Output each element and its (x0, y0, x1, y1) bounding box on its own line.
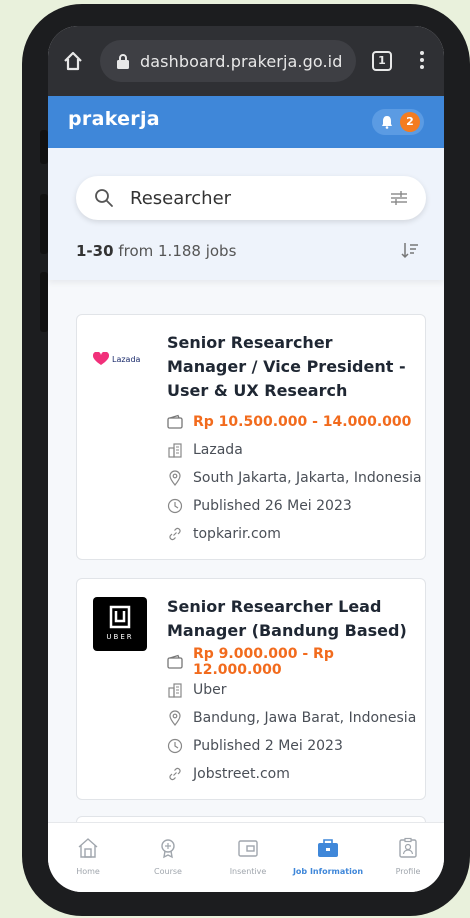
salary-text: Rp 9.000.000 - Rp 12.000.000 (193, 646, 334, 678)
phone-side-button (40, 130, 48, 164)
building-icon (168, 683, 182, 698)
wallet-icon (167, 414, 183, 429)
search-section: 1-30 from 1.188 jobs (48, 148, 444, 280)
clock-icon (167, 498, 183, 514)
app-header: prakerja 2 (48, 96, 444, 148)
nav-course-label: Course (154, 867, 182, 876)
uber-icon (109, 605, 131, 629)
job-title[interactable]: Senior Researcher Manager / Vice Preside… (167, 331, 417, 403)
job-location: Bandung, Jawa Barat, Indonesia (167, 707, 416, 729)
company-text: Lazada (193, 442, 243, 458)
location-text: Bandung, Jawa Barat, Indonesia (193, 710, 417, 726)
nav-job-information-label: Job Information (292, 867, 364, 876)
job-company: Uber (167, 679, 227, 701)
building-icon (168, 443, 182, 458)
source-text[interactable]: Jobstreet.com (193, 766, 290, 782)
nav-insentive-label: Insentive (229, 867, 267, 876)
nav-course[interactable]: Course (128, 837, 208, 876)
salary-text: Rp 10.500.000 - 14.000.000 (193, 414, 412, 430)
bell-icon (382, 116, 392, 129)
clock-icon (167, 738, 183, 754)
home-icon[interactable] (62, 50, 84, 72)
nav-insentive[interactable]: Insentive (208, 837, 288, 876)
job-salary: Rp 10.500.000 - 14.000.000 (167, 411, 411, 433)
home-icon (78, 838, 98, 858)
wallet-icon (167, 654, 183, 669)
source-text[interactable]: topkarir.com (193, 526, 281, 542)
browser-toolbar: dashboard.prakerja.go.id 1 (48, 26, 444, 96)
search-icon (95, 189, 113, 207)
lock-icon (117, 54, 129, 69)
published-text: Published 26 Mei 2023 (193, 498, 352, 514)
job-card[interactable]: UBER Senior Researcher Lead Manager (Ban… (76, 578, 426, 800)
sort-icon[interactable] (400, 240, 420, 260)
nav-home[interactable]: Home (48, 837, 128, 876)
course-icon (161, 839, 175, 859)
search-box[interactable] (76, 176, 426, 220)
briefcase-icon (318, 839, 338, 857)
job-title[interactable]: Senior Researcher Lead Manager (Bandung … (167, 595, 417, 643)
link-icon (169, 527, 181, 541)
profile-icon (399, 837, 417, 858)
tabs-count-button[interactable]: 1 (372, 51, 392, 71)
job-published: Published 2 Mei 2023 (167, 735, 343, 757)
phone-side-button (40, 194, 48, 254)
nav-job-information[interactable]: Job Information (288, 837, 368, 876)
phone-screen: dashboard.prakerja.go.id 1 prakerja 2 Re… (48, 26, 444, 892)
job-card[interactable]: Lazada Senior Researcher Manager / Vice … (76, 314, 426, 560)
nav-home-label: Home (76, 867, 100, 876)
lazada-logo-text: Lazada (112, 354, 141, 364)
published-text: Published 2 Mei 2023 (193, 738, 343, 754)
address-bar[interactable]: dashboard.prakerja.go.id (100, 40, 356, 82)
job-location: South Jakarta, Jakarta, Indonesia (167, 467, 422, 489)
result-total: from 1.188 jobs (118, 242, 237, 260)
notification-badge: 2 (400, 112, 420, 132)
prakerja-logo[interactable]: prakerja (68, 108, 160, 130)
job-source: topkarir.com (167, 523, 281, 545)
uber-logo: UBER (93, 597, 147, 651)
url-text: dashboard.prakerja.go.id (140, 51, 343, 71)
job-published: Published 26 Mei 2023 (167, 495, 352, 517)
job-company: Lazada (167, 439, 243, 461)
nav-profile[interactable]: Profile (368, 837, 444, 876)
browser-menu-icon[interactable] (418, 48, 426, 74)
uber-logo-text: UBER (106, 633, 134, 641)
result-count: 1-30 from 1.188 jobs (76, 242, 236, 260)
bottom-navigation: Home Course Insentive Job Information Pr… (48, 822, 444, 892)
company-text: Uber (193, 682, 227, 698)
job-source: Jobstreet.com (167, 763, 290, 785)
heart-icon (93, 352, 109, 365)
phone-side-button (40, 272, 48, 332)
wallet-icon (238, 840, 258, 857)
location-pin-icon (169, 710, 181, 726)
filter-icon[interactable] (390, 189, 408, 207)
nav-profile-label: Profile (395, 867, 421, 876)
job-salary: Rp 9.000.000 - Rp 12.000.000 (167, 646, 425, 678)
notification-button[interactable]: 2 (372, 109, 424, 135)
search-input[interactable] (130, 186, 370, 210)
link-icon (169, 767, 181, 781)
result-range: 1-30 (76, 242, 114, 260)
lazada-logo: Lazada (93, 351, 149, 367)
location-pin-icon (169, 470, 181, 486)
location-text: South Jakarta, Jakarta, Indonesia (193, 470, 422, 486)
